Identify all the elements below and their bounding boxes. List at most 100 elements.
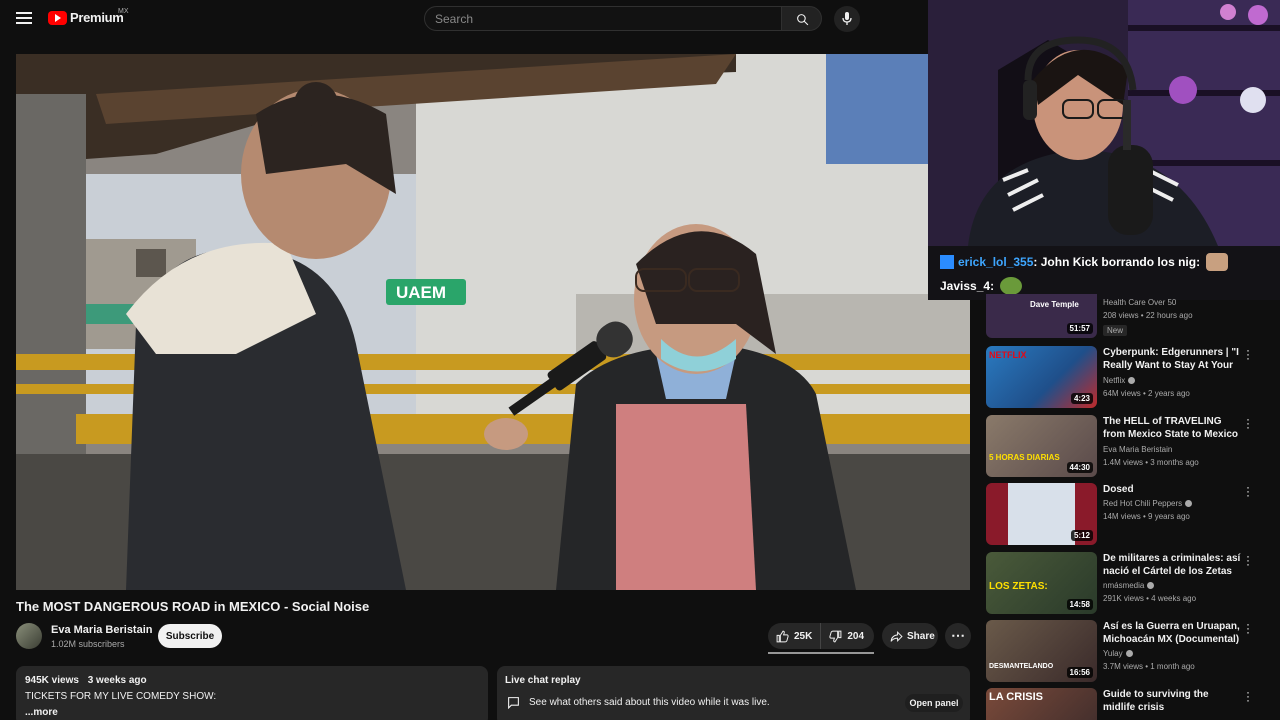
live-chat-title: Live chat replay xyxy=(505,675,581,686)
dislike-count: 204 xyxy=(847,630,865,642)
mic-icon xyxy=(842,12,852,25)
share-button[interactable]: Share xyxy=(882,623,938,649)
dislike-button[interactable]: 204 xyxy=(821,623,872,649)
recommendation-info: Health Care Over 50 208 views • 22 hours… xyxy=(1103,298,1241,338)
frog-emote-icon xyxy=(1000,277,1023,295)
logo-region: MX xyxy=(118,8,129,15)
recommendation-channel: Health Care Over 50 xyxy=(1103,298,1177,307)
streamer-overlay: erick_lol_355 : John Kick borrando los n… xyxy=(928,0,1280,300)
thumbnail-text: Dave Temple xyxy=(1030,300,1079,309)
channel-name[interactable]: Eva Maria Beristain xyxy=(51,624,153,636)
recommendation-info: Cyberpunk: Edgerunners | "I Really Want … xyxy=(1103,346,1241,398)
chat-badge-icon xyxy=(940,255,954,269)
video-title: The MOST DANGEROUS ROAD in MEXICO - Soci… xyxy=(16,599,370,614)
new-badge: New xyxy=(1103,325,1128,336)
channel-row: Eva Maria Beristain 1.02M subscribers Su… xyxy=(16,621,971,654)
video-thumbnail[interactable]: 5:12 xyxy=(986,483,1097,545)
chat-username: erick_lol_355 xyxy=(958,255,1034,269)
video-duration: 4:23 xyxy=(1070,393,1093,404)
thumbnail-text: 5 HORAS DIARIAS xyxy=(989,453,1060,462)
recommendation-info: The HELL of TRAVELING from Mexico State … xyxy=(1103,415,1241,467)
verified-icon xyxy=(1185,500,1193,508)
live-chat-replay: Live chat replay See what others said ab… xyxy=(497,666,970,720)
video-thumbnail[interactable]: 5 HORAS DIARIAS 44:30 xyxy=(986,415,1097,477)
like-ratio-bar xyxy=(768,652,874,654)
recommendation-item[interactable]: DESMANTELANDO 16:56 Así es la Guerra en … xyxy=(986,618,1266,684)
description-more-link[interactable]: ...more xyxy=(25,707,479,718)
recommendation-title: Cyberpunk: Edgerunners | "I Really Want … xyxy=(1103,347,1239,371)
subscribe-button[interactable]: Subscribe xyxy=(158,624,222,648)
recommendation-item[interactable]: 5:12 Dosed Red Hot Chili Peppers 14M vie… xyxy=(986,481,1266,547)
open-panel-button[interactable]: Open panel xyxy=(905,694,963,712)
recommendation-channel: nmásmedia xyxy=(1103,581,1241,590)
video-duration: 16:56 xyxy=(1066,667,1093,678)
recommendation-item[interactable]: NETFLIX 4:23 Cyberpunk: Edgerunners | "I… xyxy=(986,344,1266,410)
video-player[interactable]: UAEM xyxy=(16,54,970,590)
video-frame: UAEM xyxy=(16,54,970,590)
share-label: Share xyxy=(907,630,935,642)
video-duration: 14:58 xyxy=(1066,599,1093,610)
channel-name: Netflix xyxy=(1103,376,1126,385)
channel-name: nmásmedia xyxy=(1103,581,1145,590)
hamburger-icon[interactable] xyxy=(16,12,32,24)
recommendation-item[interactable]: LOS ZETAS: 14:58 De militares a criminal… xyxy=(986,550,1266,616)
recommendation-views: 3.7M views • 1 month ago xyxy=(1103,662,1195,671)
recommendation-info: Dosed Red Hot Chili Peppers 14M views • … xyxy=(1103,483,1241,521)
like-count: 25K xyxy=(794,630,813,642)
verified-icon xyxy=(1147,582,1155,590)
chat-bubble-icon xyxy=(508,697,519,709)
thumbnail-text: NETFLIX xyxy=(989,350,1027,360)
search-input[interactable] xyxy=(425,7,781,30)
subscriber-count: 1.02M subscribers xyxy=(51,639,125,649)
search-box xyxy=(424,6,782,31)
recommendation-title: De militares a criminales: así nació el … xyxy=(1103,553,1241,577)
like-button[interactable]: 25K xyxy=(768,623,822,649)
description-box[interactable]: 945K views 3 weeks ago TICKETS FOR MY LI… xyxy=(16,666,488,720)
more-options-icon[interactable]: · · · xyxy=(1244,618,1252,638)
description-text: TICKETS FOR MY LIVE COMEDY SHOW: xyxy=(25,691,217,702)
more-options-icon[interactable]: · · · xyxy=(1244,550,1252,570)
uaem-sign: UAEM xyxy=(396,283,446,302)
recommendation-channel: Netflix xyxy=(1103,376,1241,385)
video-duration: 5:12 xyxy=(1070,530,1093,541)
search-button[interactable] xyxy=(781,6,822,31)
more-options-icon[interactable]: · · · xyxy=(1244,481,1252,501)
recommendation-title: Guide to surviving the midlife crisis xyxy=(1103,689,1209,713)
share-icon xyxy=(890,630,903,642)
video-thumbnail[interactable]: Dave Temple 51:57 xyxy=(986,294,1097,338)
voice-search-button[interactable] xyxy=(834,6,860,32)
channel-avatar[interactable] xyxy=(16,623,42,649)
chat-message: erick_lol_355 : John Kick borrando los n… xyxy=(940,250,1268,274)
more-options-icon[interactable]: · · · xyxy=(1244,344,1252,364)
recommendation-views: 291K views • 4 weeks ago xyxy=(1103,594,1197,603)
recommendation-item[interactable]: LA CRISIS Guide to surviving the midlife… xyxy=(986,686,1266,720)
description-meta: 945K views 3 weeks ago xyxy=(25,675,479,686)
thumbs-up-icon xyxy=(776,630,789,642)
more-options-icon[interactable]: · · · xyxy=(1244,686,1252,706)
upload-age: 3 weeks ago xyxy=(87,675,147,686)
video-thumbnail[interactable]: LOS ZETAS: 14:58 xyxy=(986,552,1097,614)
recommendation-views: 1.4M views • 3 months ago xyxy=(1103,458,1199,467)
video-thumbnail[interactable]: DESMANTELANDO 16:56 xyxy=(986,620,1097,682)
youtube-premium-logo[interactable]: Premium MX xyxy=(48,8,129,25)
recommendation-channel: Eva Maria Beristain xyxy=(1103,445,1173,454)
video-thumbnail[interactable]: NETFLIX 4:23 xyxy=(986,346,1097,408)
channel-name: Red Hot Chili Peppers xyxy=(1103,499,1183,508)
recommendation-views: 64M views • 2 years ago xyxy=(1103,389,1190,398)
recommendation-info: De militares a criminales: así nació el … xyxy=(1103,552,1241,603)
recommendation-channel: Yulay xyxy=(1103,649,1241,658)
more-options-icon[interactable]: · · · xyxy=(1244,413,1252,433)
view-count: 945K views xyxy=(25,675,79,686)
video-thumbnail[interactable]: LA CRISIS xyxy=(986,688,1097,720)
live-chat-text: See what others said about this video wh… xyxy=(529,697,770,708)
verified-icon xyxy=(1128,377,1136,385)
recommendation-info: Así es la Guerra en Uruapan, Michoacán M… xyxy=(1103,620,1241,671)
search-icon xyxy=(797,14,809,26)
recommendation-views: 14M views • 9 years ago xyxy=(1103,512,1190,521)
recommendation-item[interactable]: 5 HORAS DIARIAS 44:30 The HELL of TRAVEL… xyxy=(986,413,1266,479)
thumbnail-text: DESMANTELANDO xyxy=(989,663,1054,670)
chat-username: Javiss_4 xyxy=(940,279,991,293)
video-duration: 44:30 xyxy=(1066,462,1093,473)
logo-text: Premium xyxy=(70,10,124,25)
more-actions-button[interactable]: ⋯ xyxy=(945,623,971,649)
